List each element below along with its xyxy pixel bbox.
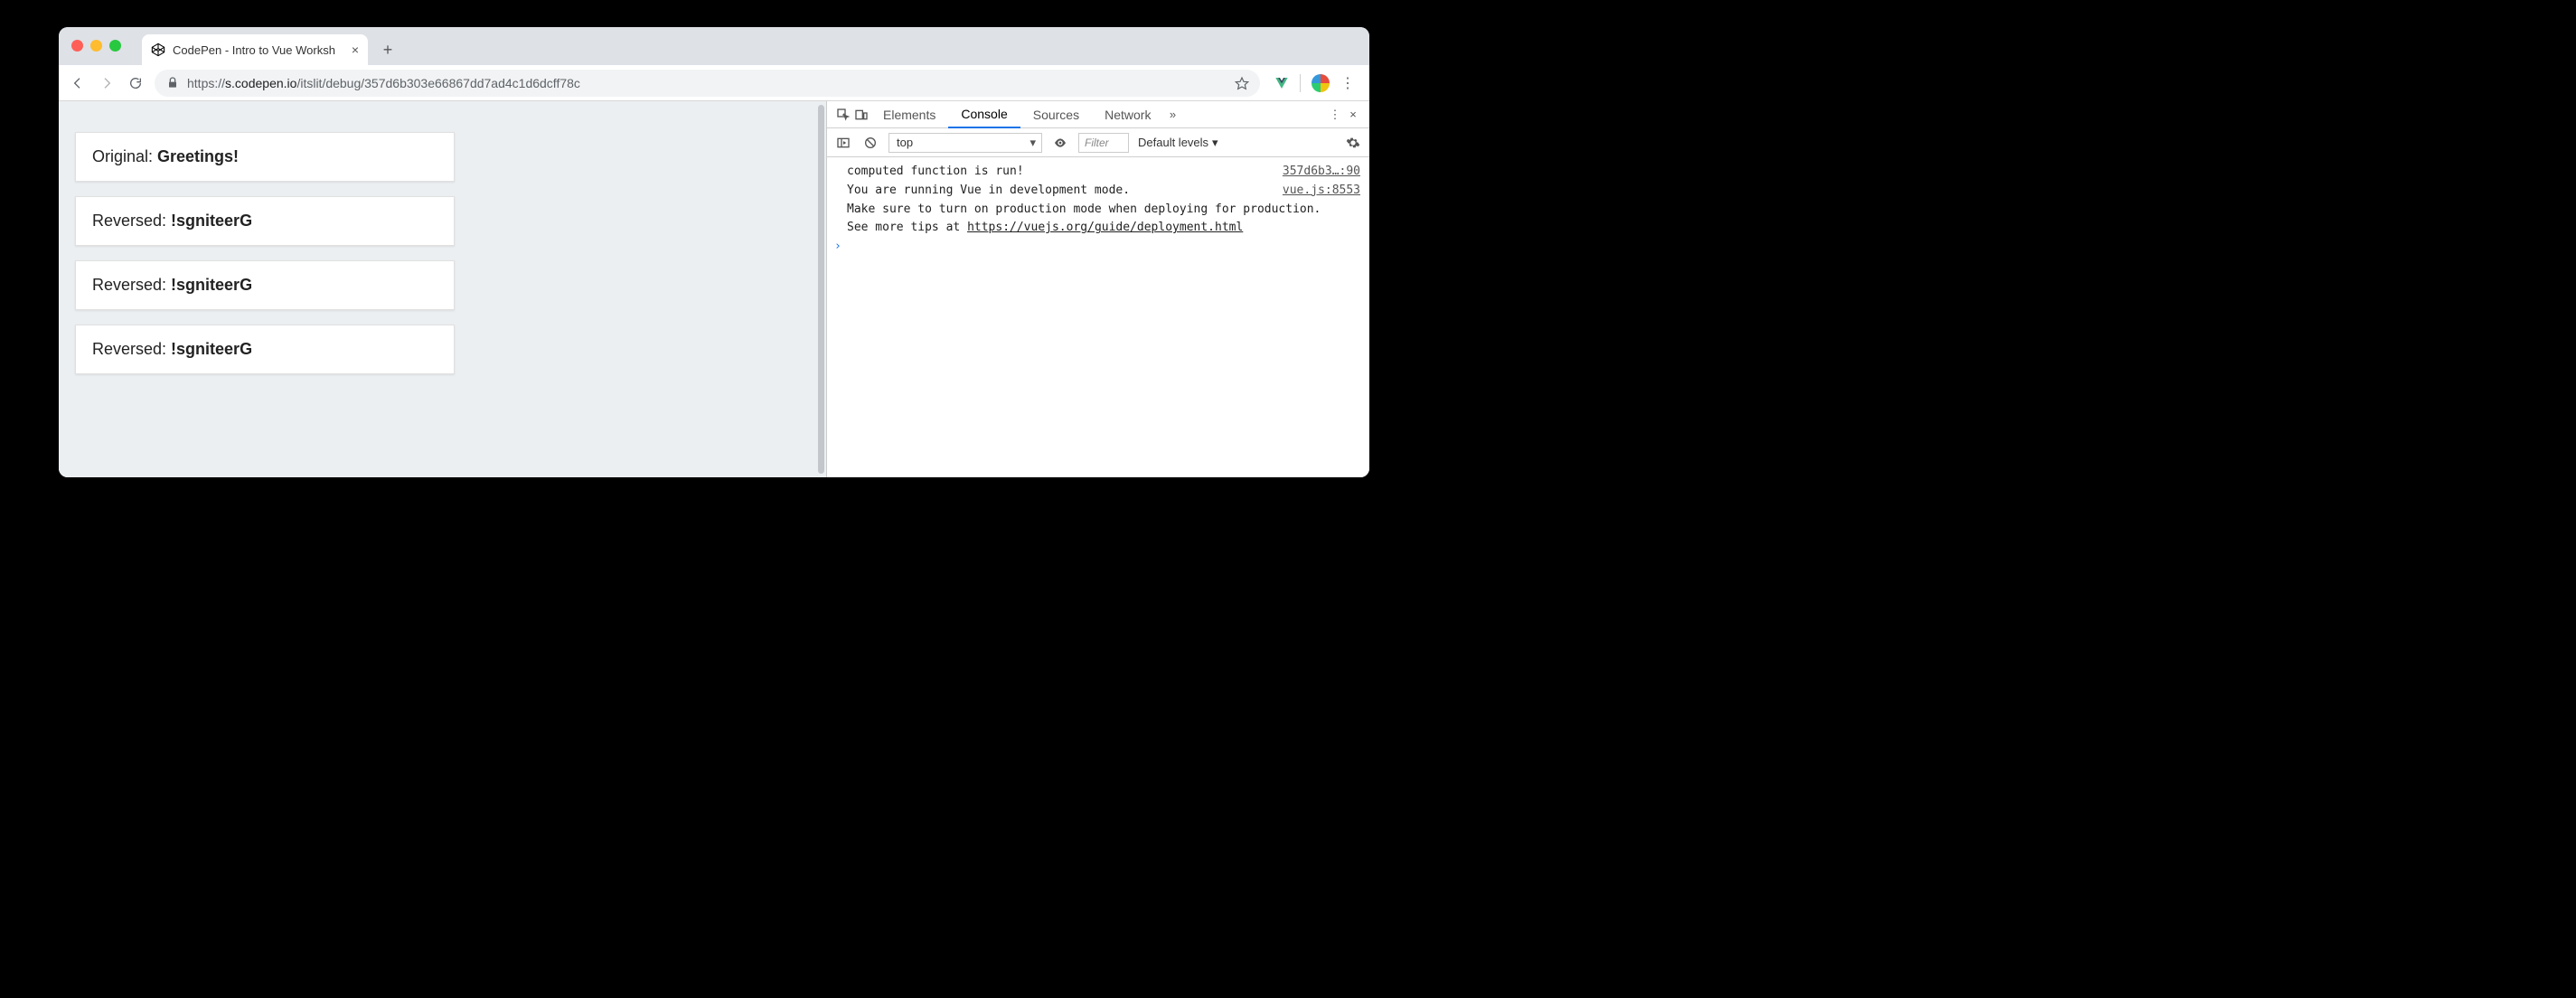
log-source-link[interactable]: vue.js:8553 (1283, 182, 1360, 201)
console-output[interactable]: computed function is run! 357d6b3…:90 Yo… (827, 157, 1369, 477)
forward-button[interactable] (97, 73, 117, 93)
separator (1300, 74, 1301, 92)
log-link[interactable]: https://vuejs.org/guide/deployment.html (967, 221, 1243, 234)
tab-network[interactable]: Network (1092, 101, 1163, 128)
reload-button[interactable] (126, 73, 146, 93)
new-tab-button[interactable]: + (375, 37, 400, 62)
card-value: !sgniteerG (171, 340, 252, 358)
browser-tab[interactable]: CodePen - Intro to Vue Worksh × (142, 34, 368, 65)
live-expression-icon[interactable] (1051, 136, 1069, 150)
card-value: !sgniteerG (171, 276, 252, 294)
back-button[interactable] (68, 73, 88, 93)
log-entry-line: See more tips at https://vuejs.org/guide… (847, 219, 1360, 238)
vue-devtools-icon[interactable] (1274, 76, 1289, 90)
console-prompt[interactable]: › (847, 238, 1360, 257)
card-label: Reversed: (92, 276, 171, 294)
levels-label: Default levels (1138, 136, 1208, 149)
url-scheme: https:// (187, 76, 225, 90)
console-toolbar: top Filter Default levels ▾ (827, 128, 1369, 157)
card-label: Reversed: (92, 212, 171, 230)
card-original: Original: Greetings! (75, 132, 455, 182)
tab-elements[interactable]: Elements (870, 101, 948, 128)
log-text: computed function is run! (847, 165, 1024, 178)
tab-title: CodePen - Intro to Vue Worksh (173, 43, 335, 57)
card-label: Original: (92, 147, 157, 165)
content-area: Original: Greetings! Reversed: !sgniteer… (59, 101, 1369, 477)
clear-console-icon[interactable] (861, 136, 879, 150)
card-value: !sgniteerG (171, 212, 252, 230)
more-tabs-icon[interactable]: » (1163, 108, 1181, 121)
console-settings-icon[interactable] (1344, 136, 1362, 150)
execution-context-select[interactable]: top (888, 133, 1042, 153)
tab-sources[interactable]: Sources (1020, 101, 1092, 128)
devtools-menu-icon[interactable]: ⋮ (1326, 108, 1344, 122)
log-entry: You are running Vue in development mode.… (847, 182, 1360, 201)
context-value: top (897, 136, 913, 149)
devtools-close-icon[interactable]: × (1344, 108, 1362, 121)
bookmark-button[interactable] (1235, 76, 1249, 90)
card-label: Reversed: (92, 340, 171, 358)
card-value: Greetings! (157, 147, 239, 165)
window-controls (71, 40, 121, 52)
url-path: /itslit/debug/357d6b303e66867dd7ad4c1d6d… (296, 76, 579, 90)
console-filter-input[interactable]: Filter (1078, 133, 1129, 153)
menu-button[interactable]: ⋮ (1340, 74, 1355, 92)
close-window-icon[interactable] (71, 40, 83, 52)
codepen-favicon-icon (151, 42, 165, 57)
minimize-window-icon[interactable] (90, 40, 102, 52)
page-viewport: Original: Greetings! Reversed: !sgniteer… (59, 101, 827, 477)
address-bar[interactable]: https://s.codepen.io/itslit/debug/357d6b… (155, 70, 1260, 97)
card-reversed: Reversed: !sgniteerG (75, 260, 455, 310)
prompt-chevron-icon: › (834, 240, 841, 253)
device-toggle-icon[interactable] (852, 108, 870, 122)
log-levels-select[interactable]: Default levels ▾ (1138, 136, 1218, 150)
url-host: s.codepen.io (225, 76, 296, 90)
lock-icon (165, 76, 180, 90)
maximize-window-icon[interactable] (109, 40, 121, 52)
tab-console[interactable]: Console (948, 101, 1020, 128)
devtools-tabbar: Elements Console Sources Network » ⋮ × (827, 101, 1369, 128)
browser-window: CodePen - Intro to Vue Worksh × + https:… (59, 27, 1369, 477)
url-text: https://s.codepen.io/itslit/debug/357d6b… (187, 76, 580, 90)
chevron-down-icon: ▾ (1212, 136, 1218, 150)
tabstrip: CodePen - Intro to Vue Worksh × + (59, 27, 1369, 65)
card-reversed: Reversed: !sgniteerG (75, 325, 455, 374)
filter-placeholder: Filter (1085, 137, 1109, 149)
log-entry-line: Make sure to turn on production mode whe… (847, 201, 1360, 220)
extensions-area: ⋮ (1269, 74, 1360, 92)
log-source-link[interactable]: 357d6b3…:90 (1283, 163, 1360, 182)
devtools-panel: Elements Console Sources Network » ⋮ × t… (827, 101, 1369, 477)
log-entry: computed function is run! 357d6b3…:90 (847, 163, 1360, 182)
profile-avatar[interactable] (1312, 74, 1330, 92)
log-text: You are running Vue in development mode. (847, 184, 1130, 197)
tab-close-icon[interactable]: × (352, 42, 359, 57)
toolbar: https://s.codepen.io/itslit/debug/357d6b… (59, 65, 1369, 101)
inspect-icon[interactable] (834, 108, 852, 122)
card-reversed: Reversed: !sgniteerG (75, 196, 455, 246)
console-sidebar-toggle-icon[interactable] (834, 136, 852, 150)
log-text: See more tips at (847, 221, 967, 234)
